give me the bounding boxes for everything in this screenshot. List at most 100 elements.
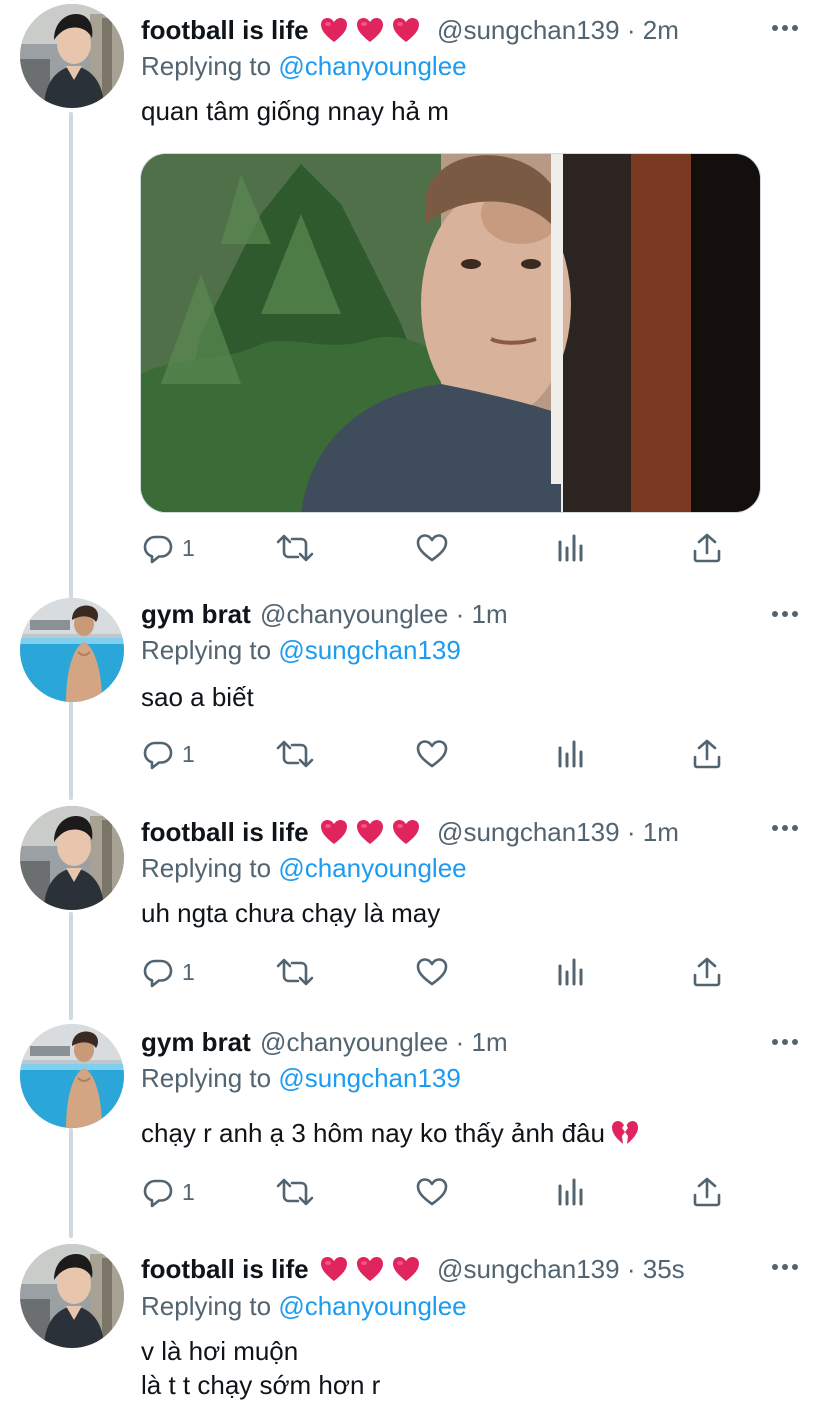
reply-icon [142, 532, 174, 564]
tweet-header: football is life @sungchan139 · 35s [141, 1251, 685, 1287]
analytics-icon [556, 1176, 586, 1208]
red-heart-emoji [392, 819, 420, 845]
share-icon [692, 1176, 722, 1208]
separator-dot: · [455, 599, 465, 629]
separator-dot: · [626, 1254, 636, 1284]
retweet-icon [275, 1176, 315, 1208]
display-name[interactable]: football is life [141, 1254, 309, 1284]
heart-icon [415, 1176, 449, 1208]
tweet-actions: 1 [140, 734, 740, 774]
avatar[interactable] [20, 1244, 124, 1348]
tweet-actions: 1 [140, 528, 740, 568]
mention-link[interactable]: @sungchan139 [278, 1063, 461, 1093]
tweet[interactable]: football is life @sungchan139 · 35s Repl… [0, 1240, 828, 1415]
analytics-button[interactable] [556, 734, 586, 774]
tweet-text-content: chạy r anh ạ 3 hôm nay ko thấy ảnh đâu [141, 1118, 605, 1148]
red-heart-emoji [356, 17, 384, 43]
more-options-icon[interactable] [770, 818, 800, 838]
replying-to-line: Replying to @sungchan139 [141, 632, 461, 668]
reply-button[interactable]: 1 [142, 952, 195, 992]
like-button[interactable] [415, 734, 449, 774]
heart-icon [415, 532, 449, 564]
share-button[interactable] [692, 952, 722, 992]
tweet-text-line: v là hơi muộn [141, 1336, 299, 1366]
mention-link[interactable]: @sungchan139 [278, 635, 461, 665]
red-heart-emoji [320, 17, 348, 43]
tweet[interactable]: football is life @sungchan139 · 1m Reply… [0, 802, 828, 1016]
avatar[interactable] [20, 1024, 124, 1128]
red-heart-emoji [356, 819, 384, 845]
red-heart-emoji [320, 819, 348, 845]
tweet-text: v là hơi muộn là t t chạy sớm hơn r [141, 1334, 380, 1402]
avatar[interactable] [20, 598, 124, 702]
separator-dot: · [626, 15, 636, 45]
share-button[interactable] [692, 528, 722, 568]
separator-dot: · [626, 817, 636, 847]
retweet-button[interactable] [275, 734, 315, 774]
replying-to-line: Replying to @chanyounglee [141, 850, 467, 886]
analytics-button[interactable] [556, 1172, 586, 1212]
user-handle[interactable]: @chanyounglee [260, 1027, 448, 1057]
like-button[interactable] [415, 1172, 449, 1212]
timestamp[interactable]: 2m [643, 15, 679, 45]
timestamp[interactable]: 1m [643, 817, 679, 847]
avatar[interactable] [20, 806, 124, 910]
retweet-icon [275, 956, 315, 988]
more-options-icon[interactable] [770, 1257, 800, 1277]
like-button[interactable] [415, 528, 449, 568]
replying-to-label: Replying to [141, 853, 279, 883]
reply-button[interactable]: 1 [142, 734, 195, 774]
timestamp[interactable]: 1m [472, 599, 508, 629]
display-name[interactable]: football is life [141, 817, 309, 847]
tweet[interactable]: gym brat @chanyounglee · 1m Replying to … [0, 1020, 828, 1234]
reply-button[interactable]: 1 [142, 528, 195, 568]
share-button[interactable] [692, 1172, 722, 1212]
heart-icon [415, 738, 449, 770]
analytics-icon [556, 738, 586, 770]
tweet-text: sao a biết [141, 682, 254, 712]
tweet-text: quan tâm giống nnay hả m [141, 96, 449, 126]
mention-link[interactable]: @chanyounglee [278, 853, 466, 883]
tweet[interactable]: gym brat @chanyounglee · 1m Replying to … [0, 594, 828, 802]
analytics-icon [556, 532, 586, 564]
more-options-icon[interactable] [770, 1032, 800, 1052]
more-options-icon[interactable] [770, 18, 800, 38]
display-name[interactable]: football is life [141, 15, 309, 45]
analytics-button[interactable] [556, 952, 586, 992]
timestamp[interactable]: 35s [643, 1254, 685, 1284]
tweet-header: football is life @sungchan139 · 1m [141, 814, 679, 850]
avatar[interactable] [20, 4, 124, 108]
separator-dot: · [455, 1027, 465, 1057]
replying-to-label: Replying to [141, 51, 279, 81]
like-button[interactable] [415, 952, 449, 992]
retweet-button[interactable] [275, 952, 315, 992]
analytics-button[interactable] [556, 528, 586, 568]
reply-count: 1 [182, 958, 195, 985]
mention-link[interactable]: @chanyounglee [278, 1291, 466, 1321]
broken-heart-emoji [611, 1120, 639, 1146]
user-handle[interactable]: @sungchan139 [437, 1254, 620, 1284]
heart-icon [415, 956, 449, 988]
red-heart-emoji [320, 1256, 348, 1282]
reply-icon [142, 956, 174, 988]
user-handle[interactable]: @sungchan139 [437, 15, 620, 45]
tweet-header: gym brat @chanyounglee · 1m [141, 596, 508, 632]
display-name[interactable]: gym brat [141, 599, 251, 629]
tweet-media-image[interactable] [140, 153, 761, 513]
reply-thread: football is life @sungchan139 · 2m Reply… [0, 0, 828, 1415]
retweet-button[interactable] [275, 1172, 315, 1212]
red-heart-emoji [392, 1256, 420, 1282]
more-options-icon[interactable] [770, 604, 800, 624]
retweet-button[interactable] [275, 528, 315, 568]
timestamp[interactable]: 1m [472, 1027, 508, 1057]
tweet-actions: 1 [140, 1172, 740, 1212]
reply-button[interactable]: 1 [142, 1172, 195, 1212]
replying-to-label: Replying to [141, 1063, 279, 1093]
display-name[interactable]: gym brat [141, 1027, 251, 1057]
mention-link[interactable]: @chanyounglee [278, 51, 466, 81]
user-handle[interactable]: @chanyounglee [260, 599, 448, 629]
user-handle[interactable]: @sungchan139 [437, 817, 620, 847]
share-button[interactable] [692, 734, 722, 774]
tweet[interactable]: football is life @sungchan139 · 2m Reply… [0, 0, 828, 590]
replying-to-line: Replying to @chanyounglee [141, 48, 467, 84]
